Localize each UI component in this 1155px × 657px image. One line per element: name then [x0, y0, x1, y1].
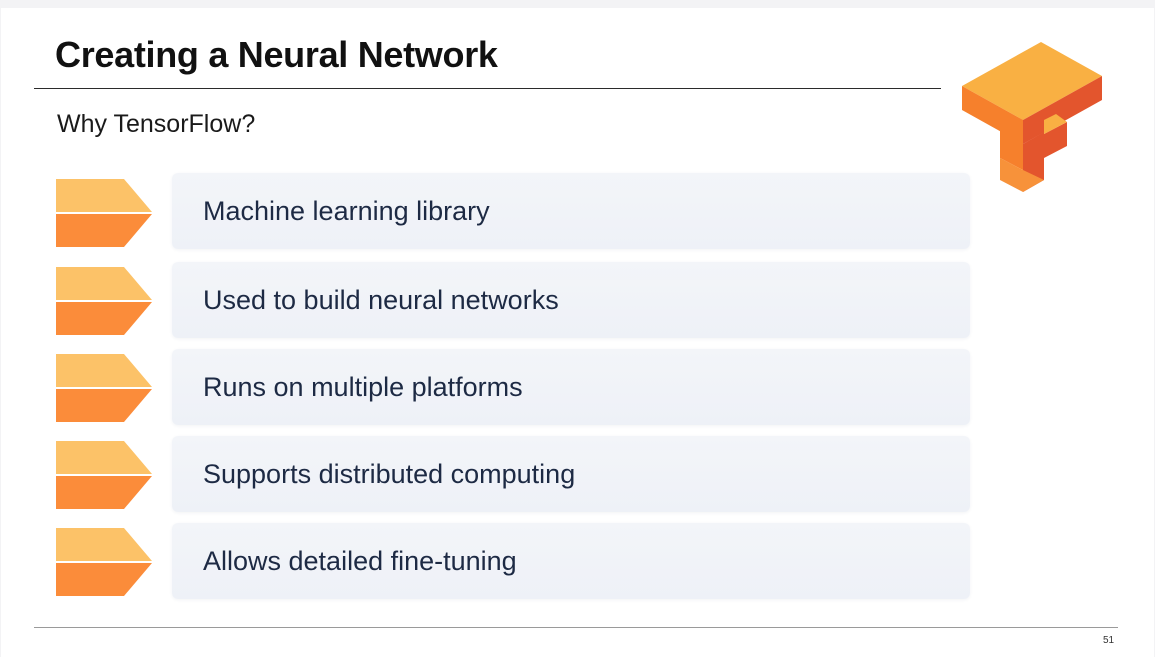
chevron-arrow-icon: [56, 528, 152, 596]
list-item: Allows detailed fine-tuning: [172, 523, 970, 599]
footer-divider: [34, 627, 1118, 628]
list-item-label: Supports distributed computing: [203, 459, 576, 489]
list-item-label: Machine learning library: [203, 196, 490, 226]
chevron-arrow-icon: [56, 441, 152, 509]
list-item-label: Allows detailed fine-tuning: [203, 546, 517, 576]
chevron-arrow-icon: [56, 179, 152, 247]
chevron-arrow-icon: [56, 267, 152, 335]
slide: Creating a Neural Network Why TensorFlow…: [1, 8, 1154, 657]
list-item: Runs on multiple platforms: [172, 349, 970, 425]
list-item-label: Used to build neural networks: [203, 285, 559, 315]
slide-title: Creating a Neural Network: [55, 34, 498, 75]
chevron-arrow-icon: [56, 354, 152, 422]
list-item: Supports distributed computing: [172, 436, 970, 512]
list-item: Used to build neural networks: [172, 262, 970, 338]
page-number: 51: [1103, 635, 1115, 646]
slide-subtitle: Why TensorFlow?: [57, 110, 256, 138]
title-divider: [34, 88, 941, 89]
list-item: Machine learning library: [172, 173, 970, 249]
tensorflow-logo-icon: [962, 42, 1102, 192]
list-item-label: Runs on multiple platforms: [203, 372, 523, 402]
